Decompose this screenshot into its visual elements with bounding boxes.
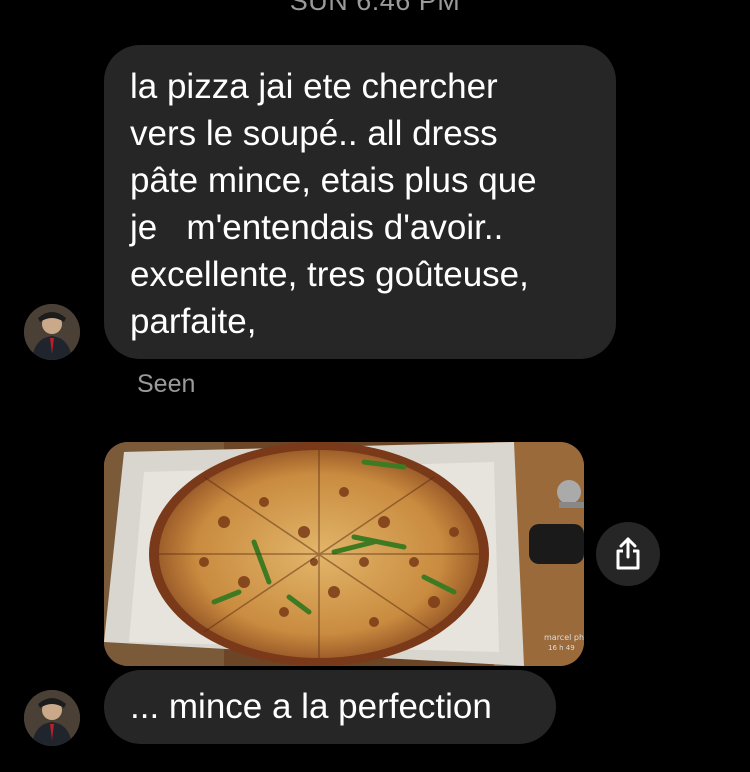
message-bubble[interactable]: la pizza jai ete chercher vers le soupé.…: [104, 45, 616, 359]
message-line: excellente, tres goûteuse,: [130, 255, 529, 294]
message-line: ... mince a la perfection: [130, 687, 492, 726]
timestamp: SUN 6:46 PM: [289, 0, 461, 16]
share-icon: [616, 537, 640, 570]
message-line: parfaite,: [130, 302, 257, 341]
message-line: vers le soupé.. all dress: [130, 114, 498, 153]
pizza-photo[interactable]: marcel photo 16 h 49: [104, 442, 584, 666]
watermark-line: 16 h 49: [548, 644, 575, 652]
message-line: pâte mince, etais plus que: [130, 161, 537, 200]
seen-status: Seen: [137, 370, 196, 398]
avatar-icon[interactable]: [24, 690, 80, 746]
message-bubble[interactable]: ... mince a la perfection: [104, 670, 556, 744]
message-line: je m'entendais d'avoir..: [130, 208, 504, 247]
avatar-icon[interactable]: [24, 304, 80, 360]
watermark-line: marcel photo: [544, 633, 584, 642]
message-line: la pizza jai ete chercher: [130, 67, 498, 106]
share-button[interactable]: [596, 522, 660, 586]
